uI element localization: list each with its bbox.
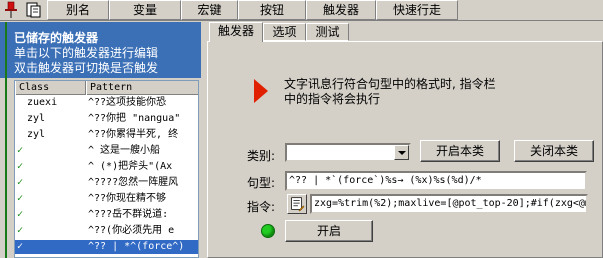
- enabled-check-icon: ✓: [17, 209, 24, 220]
- pattern-label: 句型:: [247, 176, 276, 190]
- tab-options[interactable]: 选项: [263, 23, 306, 41]
- trigger-row[interactable]: ✓ ^????忽然一阵腥风: [15, 176, 198, 190]
- arrow-right-icon: [254, 79, 268, 103]
- column-header-class[interactable]: Class: [15, 81, 86, 95]
- tab-test[interactable]: 测试: [306, 23, 349, 41]
- enabled-check-icon: ✓: [17, 241, 24, 252]
- top-toolbar: 别名 变量 宏键 按钮 触发器 快速行走: [0, 0, 603, 21]
- trigger-pattern: ^??你把 "nangua": [88, 113, 181, 124]
- trigger-row[interactable]: ✓ ^??(你必须先用 e: [15, 224, 198, 238]
- enabled-status-icon: [261, 224, 275, 238]
- enabled-check-icon: ✓: [17, 177, 24, 188]
- category-select[interactable]: [285, 143, 411, 162]
- trigger-class: zyl: [27, 129, 46, 140]
- stored-triggers-panel: 已储存的触发器 单击以下的触发器进行编辑 双击触发器可切换是否触发 Class …: [0, 22, 201, 258]
- trigger-row[interactable]: zuexi ^??这项技能你恐: [15, 96, 198, 110]
- trigger-pattern: ^??这项技能你恐: [88, 97, 167, 108]
- enabled-check-icon: ✓: [17, 225, 24, 236]
- trigger-class: zuexi: [27, 97, 58, 108]
- trigger-row[interactable]: ✓ ^ 这是一艘小船: [15, 144, 198, 158]
- command-input[interactable]: zxg=%trim(%2);maxlive=[@pot_top-20];#if(…: [310, 194, 588, 214]
- disable-class-button[interactable]: 关闭本类: [514, 140, 594, 162]
- trigger-row-selected[interactable]: ✓ ^?? | *^(force^): [15, 240, 198, 254]
- panel-header: 已储存的触发器 单击以下的触发器进行编辑 双击触发器可切换是否触发: [0, 22, 201, 78]
- trigger-row[interactable]: ✓ ^ (*)把斧头"(Ax: [15, 160, 198, 174]
- trigger-row[interactable]: ✓ ^???岳不群说道:: [15, 208, 198, 222]
- list-header: Class Pattern: [15, 81, 198, 95]
- pin-icon[interactable]: [1, 1, 21, 19]
- help-text: 中的指令将会执行: [284, 92, 381, 106]
- trigger-pattern: ^??你现在精不够: [88, 193, 167, 204]
- trigger-row[interactable]: zyl ^??你把 "nangua": [15, 112, 198, 126]
- trigger-pattern: ^ 这是一艘小船: [88, 145, 161, 156]
- enabled-check-icon: ✓: [17, 193, 24, 204]
- pattern-input[interactable]: ^?? | *`(force`)%s→ (%x)%s(%d)/*: [285, 171, 587, 191]
- trigger-class: zyl: [27, 113, 46, 124]
- trigger-pattern: ^??你累得半死, 终: [88, 129, 179, 140]
- trigger-pattern: ^?? | *^(force^): [88, 241, 185, 252]
- document-icon[interactable]: [23, 1, 43, 19]
- divider: [5, 22, 7, 258]
- trigger-editor: 触发器 选项 测试 文字讯息行符合句型中的格式时, 指令栏 中的指令将会执行 类…: [205, 22, 603, 258]
- chevron-down-icon[interactable]: [394, 145, 409, 160]
- enabled-check-icon: ✓: [17, 161, 24, 172]
- tab-triggers[interactable]: 触发器: [306, 0, 376, 20]
- tab-buttons[interactable]: 按钮: [238, 0, 306, 20]
- enable-class-button[interactable]: 开启本类: [420, 140, 500, 162]
- trigger-pattern: ^ (*)把斧头"(Ax: [88, 161, 173, 172]
- trigger-pattern: ^????忽然一阵腥风: [88, 177, 179, 188]
- tab-macro-keys[interactable]: 宏键: [181, 0, 238, 20]
- tab-alias[interactable]: 别名: [47, 0, 109, 20]
- trigger-tab-content: 文字讯息行符合句型中的格式时, 指令栏 中的指令将会执行 类别: 开启本类 关闭…: [207, 41, 603, 258]
- enabled-check-icon: ✓: [17, 145, 24, 156]
- tab-variables[interactable]: 变量: [109, 0, 181, 20]
- trigger-pattern: ^??(你必须先用 e: [88, 225, 175, 236]
- category-label: 类别:: [247, 149, 276, 163]
- tab-trigger[interactable]: 触发器: [209, 22, 263, 42]
- trigger-pattern: ^???岳不群说道:: [88, 209, 169, 220]
- trigger-list[interactable]: Class Pattern zuexi ^??这项技能你恐 zyl ^??你把 …: [14, 80, 199, 258]
- column-header-pattern[interactable]: Pattern: [86, 81, 198, 95]
- script-editor-icon[interactable]: [287, 194, 307, 214]
- trigger-row[interactable]: ✓ ^??你现在精不够: [15, 192, 198, 206]
- tab-quick-walk[interactable]: 快速行走: [376, 0, 458, 20]
- trigger-row[interactable]: zyl ^??你累得半死, 终: [15, 128, 198, 142]
- panel-hint-double-click: 双击触发器可切换是否触发: [14, 61, 159, 75]
- command-label: 指令:: [247, 200, 276, 214]
- enable-button[interactable]: 开启: [285, 220, 373, 242]
